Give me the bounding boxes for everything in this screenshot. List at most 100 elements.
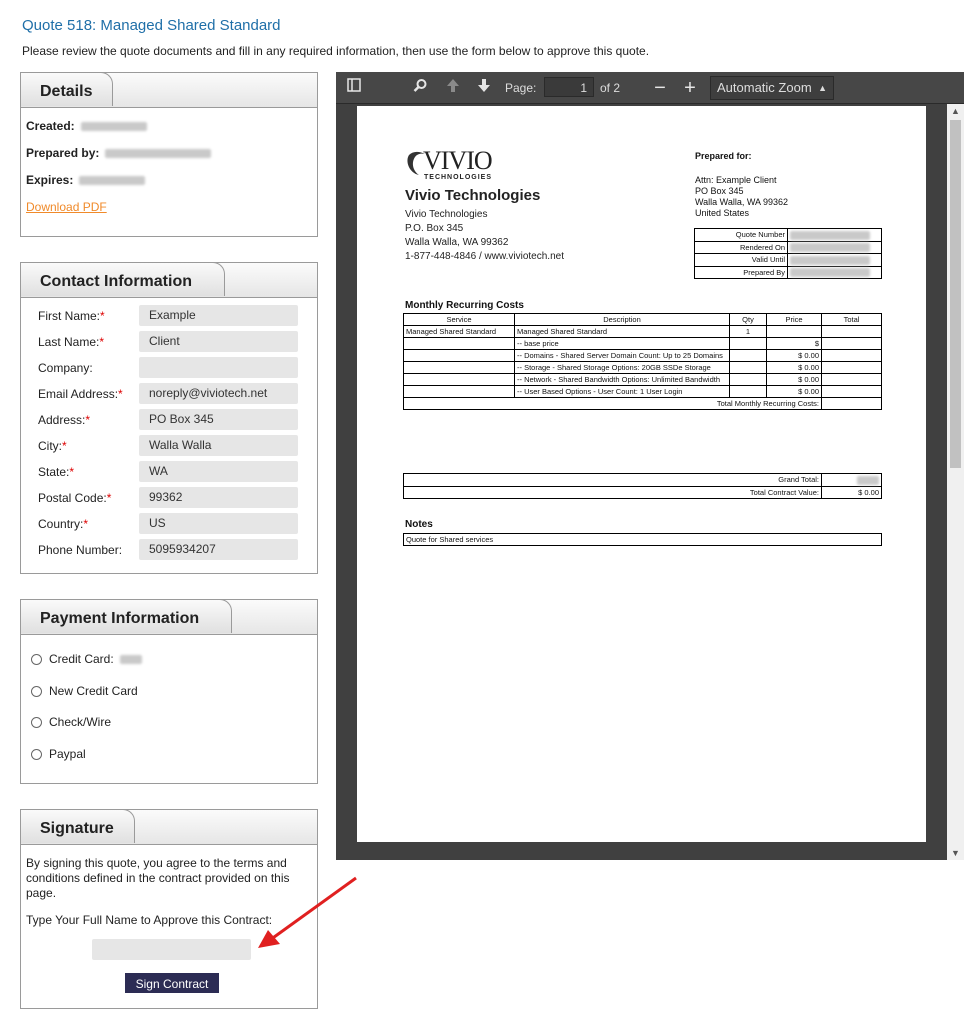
payment-panel: Payment Information Credit Card: New Cre… [20, 599, 318, 784]
radio-button[interactable] [31, 748, 42, 760]
contact-panel: Contact Information First Name:* Example L… [20, 262, 318, 574]
address-line: 1-877-448-4846 / www.viviotech.net [405, 251, 564, 262]
column-header: Price [766, 313, 822, 326]
client-address-line: Attn: Example Client [695, 175, 777, 185]
contact-field-input[interactable]: Walla Walla [139, 435, 298, 456]
contact-field-label: Country:* [38, 517, 89, 531]
prepared-by-label: Prepared by: [26, 146, 100, 160]
prepared-by-value-redacted [105, 149, 212, 159]
quote-info-table: Quote Number Rendered On Valid Until Pre… [694, 228, 882, 280]
contact-field-label: First Name:* [38, 309, 105, 323]
page-label: Page: [505, 81, 537, 95]
required-marker: * [100, 309, 105, 323]
pdf-viewer[interactable]: Page: 1 of 2 − + Automatic Zoom ▲ ▲ ▼ VIV… [336, 72, 964, 860]
table-row: -- Network - Shared Bandwidth Options: U… [403, 373, 882, 386]
client-address-line: PO Box 345 [695, 186, 744, 196]
page-count: of 2 [600, 81, 621, 95]
totals-table: Grand Total: Total Contract Value: $ 0.00 [403, 473, 882, 499]
total-mrc-row: Total Monthly Recurring Costs: [403, 397, 882, 410]
scroll-thumb[interactable] [950, 120, 961, 468]
company-name: Vivio Technologies [405, 187, 541, 204]
sign-contract-button[interactable]: Sign Contract [125, 973, 219, 993]
table-row: -- base price $ [403, 337, 882, 350]
contact-field-input[interactable]: US [139, 513, 298, 534]
contact-field-label: Email Address:* [38, 387, 123, 401]
previous-page-icon[interactable] [443, 78, 463, 98]
radio-button[interactable] [31, 685, 42, 697]
select-caret-icon: ▲ [818, 83, 827, 93]
address-line: P.O. Box 345 [405, 223, 464, 234]
annotation-arrow [258, 876, 357, 948]
table-row: -- Domains - Shared Server Domain Count:… [403, 349, 882, 362]
card-number-redacted [119, 654, 142, 664]
notes-heading: Notes [405, 519, 433, 530]
sidebar-toggle-icon[interactable] [344, 78, 364, 98]
details-panel: Details Created: Prepared by: Expires: D… [20, 72, 318, 237]
vertical-scrollbar[interactable]: ▲ ▼ [947, 104, 964, 860]
required-marker: * [62, 439, 67, 453]
required-marker: * [106, 491, 112, 505]
contact-field-input[interactable]: Client [139, 331, 298, 352]
details-heading: Details [20, 72, 114, 106]
column-header: Description [514, 313, 730, 326]
zoom-in-icon[interactable]: + [680, 78, 700, 98]
address-line: Walla Walla, WA 99362 [405, 237, 509, 248]
contact-field-input[interactable] [139, 357, 298, 378]
contact-field-label: State:* [38, 465, 75, 479]
payment-option-paypal[interactable]: Paypal [31, 747, 86, 761]
created-label: Created: [26, 119, 75, 133]
table-row: Managed Shared Standard Managed Shared St… [403, 325, 882, 338]
pdf-toolbar: Page: 1 of 2 − + Automatic Zoom ▲ [336, 72, 964, 104]
radio-button[interactable] [31, 716, 42, 728]
payment-option-check-wire[interactable]: Check/Wire [31, 715, 111, 729]
column-header: Qty [729, 313, 767, 326]
contact-field-label: Postal Code:* [38, 491, 112, 505]
contact-field-input[interactable]: noreply@viviotech.net [139, 383, 298, 404]
contact-field-input[interactable]: 99362 [139, 487, 298, 508]
scroll-up-icon[interactable]: ▲ [947, 104, 964, 118]
required-marker: * [118, 387, 123, 401]
prepared-for-label: Prepared for: [695, 151, 752, 161]
search-icon[interactable] [410, 78, 430, 98]
signature-heading: Signature [20, 809, 135, 843]
contact-field-input[interactable]: 5095934207 [139, 539, 298, 560]
page-number-input[interactable]: 1 [544, 77, 594, 97]
address-line: Vivio Technologies [405, 209, 488, 220]
payment-heading: Payment Information [20, 599, 233, 633]
contact-field-label: Company: [38, 361, 93, 375]
payment-option-credit-card[interactable]: Credit Card: [31, 652, 142, 666]
contact-field-label: City:* [38, 439, 67, 453]
column-header: Service [403, 313, 515, 326]
contact-field-input[interactable]: WA [139, 461, 298, 482]
page-title: Quote 518: Managed Shared Standard [22, 17, 281, 34]
zoom-out-icon[interactable]: − [650, 78, 670, 98]
full-name-input[interactable] [92, 939, 251, 960]
page-intro: Please review the quote documents and fi… [22, 44, 650, 58]
contact-field-input[interactable]: PO Box 345 [139, 409, 298, 430]
contact-heading: Contact Information [20, 262, 225, 296]
logo-subtext: TECHNOLOGIES [424, 174, 493, 181]
expires-value-redacted [79, 176, 146, 186]
contact-field-label: Address:* [38, 413, 91, 427]
required-marker: * [85, 413, 91, 427]
client-address-line: United States [695, 208, 750, 218]
scroll-down-icon[interactable]: ▼ [947, 846, 964, 860]
notes-text: Quote for Shared services [403, 533, 882, 546]
required-marker: * [83, 517, 89, 531]
contact-field-input[interactable]: Example [139, 305, 298, 326]
zoom-select[interactable]: Automatic Zoom ▲ [710, 76, 834, 100]
contract-value: $ 0.00 [821, 485, 882, 499]
grand-total-label: Grand Total: [403, 473, 822, 487]
contact-field-label: Last Name:* [38, 335, 105, 349]
mrc-heading: Monthly Recurring Costs [405, 300, 524, 311]
contact-field-label: Phone Number: [38, 543, 123, 557]
download-pdf-link[interactable]: Download PDF [26, 200, 107, 214]
next-page-icon[interactable] [474, 78, 494, 98]
notes-table: Quote for Shared services [403, 533, 882, 546]
payment-option-new-credit-card[interactable]: New Credit Card [31, 684, 138, 698]
column-header: Total [821, 313, 882, 326]
table-row: -- User Based Options - User Count: 1 Us… [403, 385, 882, 398]
table-row: -- Storage - Shared Storage Options: 20G… [403, 361, 882, 374]
radio-button[interactable] [31, 653, 42, 665]
expires-label: Expires: [26, 173, 74, 187]
